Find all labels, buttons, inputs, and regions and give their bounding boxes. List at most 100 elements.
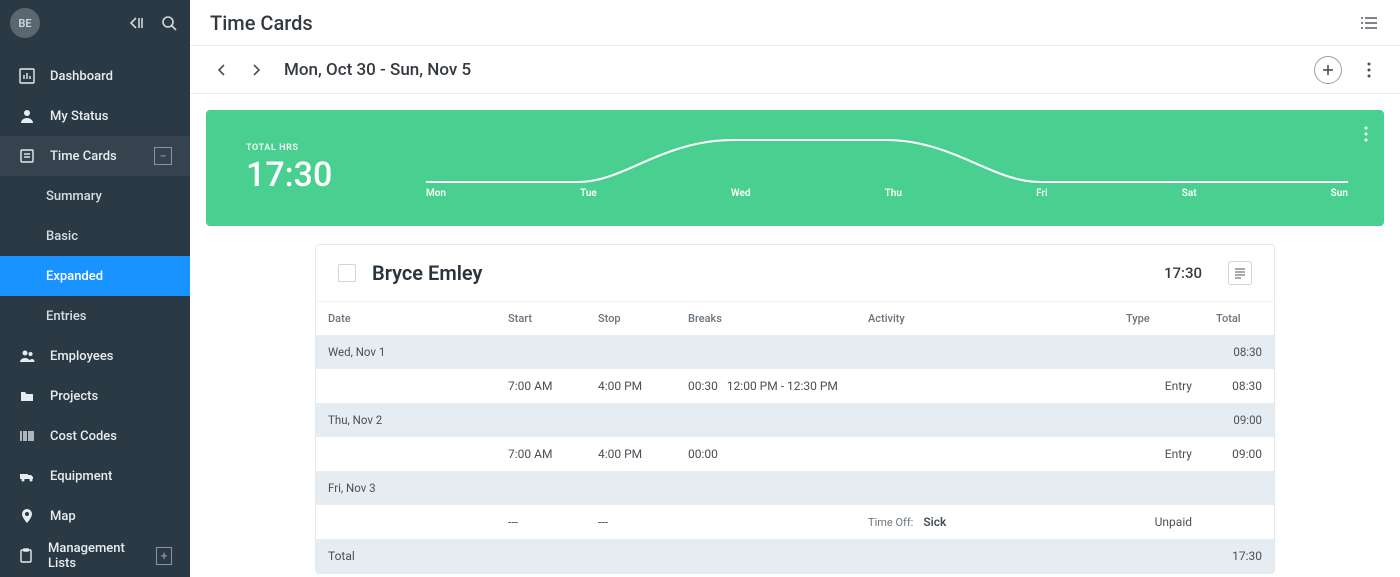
summary-chart: Mon Tue Wed Thu Fri Sat Sun <box>426 134 1348 204</box>
sidebar-item-label: Time Cards <box>50 149 117 164</box>
cell-type: Entry <box>1114 437 1204 471</box>
sidebar: BE Dashboard My Status Time Cards − Summ… <box>0 0 190 577</box>
cell-breaks: 00:00 <box>676 437 856 471</box>
sidebar-item-employees[interactable]: Employees <box>0 336 190 376</box>
sidebar-item-cost-codes[interactable]: Cost Codes <box>0 416 190 456</box>
day-date: Fri, Nov 3 <box>316 471 1204 505</box>
chart-day-thu: Thu <box>885 188 902 199</box>
chart-day-tue: Tue <box>580 188 597 199</box>
cell-date <box>316 437 496 471</box>
sidebar-item-label: My Status <box>50 109 108 124</box>
sidebar-item-label: Projects <box>50 389 98 404</box>
cell-breaks: 00:30 12:00 PM - 12:30 PM <box>676 369 856 403</box>
sidebar-item-label: Summary <box>46 189 102 204</box>
grand-total: 17:30 <box>1204 539 1274 573</box>
search-icon[interactable] <box>158 12 180 34</box>
cell-total: 08:30 <box>1204 369 1274 403</box>
col-type: Type <box>1114 302 1204 335</box>
col-stop: Stop <box>586 302 676 335</box>
users-icon <box>18 347 36 365</box>
date-range[interactable]: Mon, Oct 30 - Sun, Nov 5 <box>284 60 471 80</box>
page-title: Time Cards <box>210 11 313 35</box>
chevron-right-icon[interactable] <box>244 58 268 82</box>
table-row[interactable]: 7:00 AM4:00 PM00:30 12:00 PM - 12:30 PME… <box>316 369 1274 403</box>
folder-icon <box>18 387 36 405</box>
sidebar-subitem-basic[interactable]: Basic <box>0 216 190 256</box>
sidebar-item-my-status[interactable]: My Status <box>0 96 190 136</box>
pin-icon <box>18 507 36 525</box>
table-row: Thu, Nov 209:00 <box>316 403 1274 437</box>
sidebar-item-label: Employees <box>50 349 113 364</box>
total-hrs-label: TOTAL HRS <box>246 143 386 153</box>
avatar[interactable]: BE <box>10 8 40 38</box>
cell-start: --- <box>496 505 586 539</box>
cell-date <box>316 369 496 403</box>
day-total: 09:00 <box>1204 403 1274 437</box>
titlebar: Time Cards <box>190 0 1400 46</box>
sidebar-item-label: Management Lists <box>48 541 142 571</box>
person-header: Bryce Emley 17:30 <box>316 245 1274 302</box>
view-list-icon[interactable] <box>1358 12 1380 34</box>
cell-activity: Time Off:Sick <box>856 505 1114 539</box>
sidebar-subitem-entries[interactable]: Entries <box>0 296 190 336</box>
chart-day-fri: Fri <box>1036 188 1048 199</box>
timecard-table: Date Start Stop Breaks Activity Type Tot… <box>316 302 1274 573</box>
cell-activity <box>856 369 1114 403</box>
sidebar-item-map[interactable]: Map <box>0 496 190 536</box>
barcode-icon <box>18 427 36 445</box>
cell-total: 09:00 <box>1204 437 1274 471</box>
sidebar-item-dashboard[interactable]: Dashboard <box>0 56 190 96</box>
more-menu-icon[interactable] <box>1358 59 1380 81</box>
sidebar-item-management-lists[interactable]: Management Lists + <box>0 536 190 576</box>
total-hrs-value: 17:30 <box>246 155 386 195</box>
sidebar-item-time-cards[interactable]: Time Cards − <box>0 136 190 176</box>
expand-group-icon[interactable]: + <box>156 547 172 565</box>
person-total: 17:30 <box>1164 264 1202 282</box>
collapse-icon[interactable] <box>128 12 150 34</box>
cell-type: Entry <box>1114 369 1204 403</box>
cell-start: 7:00 AM <box>496 437 586 471</box>
sidebar-item-label: Expanded <box>46 269 103 284</box>
cell-start: 7:00 AM <box>496 369 586 403</box>
chevron-left-icon[interactable] <box>210 58 234 82</box>
cell-stop: 4:00 PM <box>586 437 676 471</box>
main: Time Cards Mon, Oct 30 - Sun, Nov 5 TOT <box>190 0 1400 577</box>
col-breaks: Breaks <box>676 302 856 335</box>
content: TOTAL HRS 17:30 Mon Tue Wed Thu Fri Sat … <box>190 94 1400 577</box>
col-start: Start <box>496 302 586 335</box>
sidebar-item-projects[interactable]: Projects <box>0 376 190 416</box>
cell-date <box>316 505 496 539</box>
day-total: 08:30 <box>1204 335 1274 369</box>
sidebar-subitem-expanded[interactable]: Expanded <box>0 256 190 296</box>
notes-icon[interactable] <box>1228 261 1252 285</box>
col-total: Total <box>1204 302 1274 335</box>
person-card: Bryce Emley 17:30 Date Start Stop Breaks <box>315 244 1275 574</box>
chart-day-wed: Wed <box>731 188 751 199</box>
total-label: Total <box>316 539 1204 573</box>
day-date: Thu, Nov 2 <box>316 403 1204 437</box>
bar-chart-icon <box>18 67 36 85</box>
sidebar-item-equipment[interactable]: Equipment <box>0 456 190 496</box>
sidebar-item-label: Dashboard <box>50 69 113 84</box>
select-person-checkbox[interactable] <box>338 264 356 282</box>
clipboard-icon <box>18 547 34 565</box>
add-button[interactable] <box>1314 56 1342 84</box>
table-row: Total17:30 <box>316 539 1274 573</box>
cell-type: Unpaid <box>1114 505 1204 539</box>
chart-day-sat: Sat <box>1182 188 1197 199</box>
cell-breaks <box>676 505 856 539</box>
day-date: Wed, Nov 1 <box>316 335 1204 369</box>
truck-icon <box>18 467 36 485</box>
sidebar-item-label: Basic <box>46 229 78 244</box>
table-row[interactable]: 7:00 AM4:00 PM00:00 Entry09:00 <box>316 437 1274 471</box>
sidebar-subitem-summary[interactable]: Summary <box>0 176 190 216</box>
table-row[interactable]: ------ Time Off:SickUnpaid <box>316 505 1274 539</box>
chart-day-sun: Sun <box>1331 188 1348 199</box>
collapse-group-icon[interactable]: − <box>154 147 172 165</box>
cell-stop: --- <box>586 505 676 539</box>
table-row: Fri, Nov 3 <box>316 471 1274 505</box>
summary-more-icon[interactable] <box>1364 126 1368 142</box>
user-icon <box>18 107 36 125</box>
sidebar-top: BE <box>0 0 190 46</box>
rangebar: Mon, Oct 30 - Sun, Nov 5 <box>190 46 1400 94</box>
